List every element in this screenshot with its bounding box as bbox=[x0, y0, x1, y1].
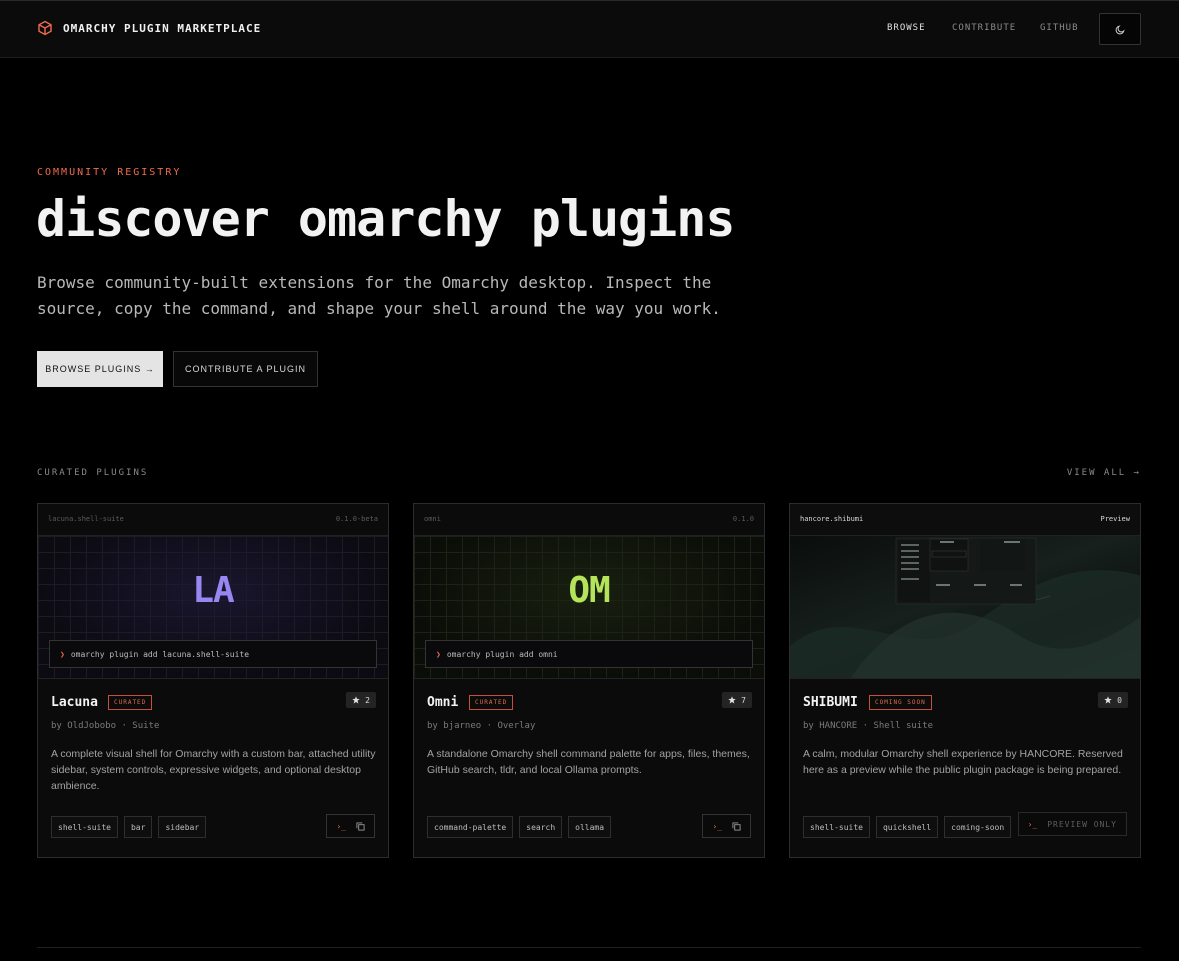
plugin-monogram: LA bbox=[192, 570, 234, 611]
plugin-id: lacuna.shell-suite bbox=[48, 515, 124, 523]
star-count: 7 bbox=[722, 692, 752, 708]
browse-plugins-button[interactable]: BROWSE PLUGINS → bbox=[37, 351, 163, 387]
star-icon bbox=[352, 696, 360, 704]
footer-divider bbox=[37, 947, 1141, 948]
plugin-byline: by bjarneo · Overlay bbox=[427, 721, 536, 731]
hero-eyebrow: COMMUNITY REGISTRY bbox=[37, 167, 182, 178]
tag[interactable]: sidebar bbox=[158, 816, 207, 838]
install-command[interactable]: ❯ omarchy plugin add omni bbox=[425, 640, 753, 668]
star-count-value: 0 bbox=[1117, 695, 1122, 705]
preview-only-label: PREVIEW ONLY bbox=[1047, 819, 1117, 829]
nav-contribute[interactable]: CONTRIBUTE bbox=[952, 23, 1016, 33]
prompt-icon: ❯ bbox=[60, 649, 65, 659]
plugin-id: omni bbox=[424, 515, 441, 523]
hero-title: discover omarchy plugins bbox=[36, 190, 735, 248]
copy-icon bbox=[732, 821, 741, 831]
plugin-card-shibumi[interactable]: hancore.shibumi Preview SHIBUMI COMING S… bbox=[789, 503, 1141, 858]
plugin-monogram: OM bbox=[568, 570, 610, 611]
plugin-name: Omni bbox=[427, 695, 459, 710]
nav-github[interactable]: GITHUB bbox=[1040, 23, 1079, 33]
plugin-byline: by HANCORE · Shell suite bbox=[803, 721, 934, 731]
nav-browse[interactable]: BROWSE bbox=[887, 23, 926, 33]
install-command[interactable]: ❯ omarchy plugin add lacuna.shell-suite bbox=[49, 640, 377, 668]
preview-only-button[interactable]: ›_ PREVIEW ONLY bbox=[1017, 812, 1127, 836]
moon-icon bbox=[1115, 24, 1125, 34]
view-all-link[interactable]: VIEW ALL → bbox=[1067, 468, 1141, 478]
plugin-name: SHIBUMI bbox=[803, 695, 858, 710]
tag-list: shell-suite quickshell coming-soon bbox=[803, 816, 1012, 838]
star-count: 2 bbox=[346, 692, 376, 708]
brand[interactable]: OMARCHY PLUGIN MARKETPLACE bbox=[37, 20, 261, 36]
card-header: lacuna.shell-suite 0.1.0-beta bbox=[38, 504, 388, 536]
copy-command-button[interactable]: ›_ bbox=[326, 814, 375, 838]
plugin-preview: LA ❯ omarchy plugin add lacuna.shell-sui… bbox=[38, 536, 388, 679]
tag[interactable]: shell-suite bbox=[803, 816, 870, 838]
copy-command-button[interactable]: ›_ bbox=[702, 814, 751, 838]
hero-subtitle: Browse community-built extensions for th… bbox=[37, 273, 721, 318]
plugin-description: A standalone Omarchy shell command palet… bbox=[427, 748, 750, 776]
star-count-value: 7 bbox=[741, 695, 746, 705]
prompt-icon: ❯ bbox=[436, 649, 441, 659]
brand-name: OMARCHY PLUGIN MARKETPLACE bbox=[63, 21, 262, 35]
plugin-card-lacuna[interactable]: lacuna.shell-suite 0.1.0-beta LA ❯ omarc… bbox=[37, 503, 389, 858]
terminal-icon: ›_ bbox=[336, 821, 346, 831]
plugin-preview: OM ❯ omarchy plugin add omni bbox=[414, 536, 764, 679]
coming-soon-badge: COMING SOON bbox=[869, 695, 932, 710]
section-label: CURATED PLUGINS bbox=[37, 468, 149, 478]
plugin-version: 0.1.0 bbox=[732, 515, 754, 523]
tag[interactable]: coming-soon bbox=[944, 816, 1012, 838]
tag-list: shell-suite bar sidebar bbox=[51, 816, 207, 838]
tag-list: command-palette search ollama bbox=[427, 816, 612, 838]
install-command-text: omarchy plugin add omni bbox=[446, 649, 558, 659]
plugin-description: A calm, modular Omarchy shell experience… bbox=[803, 748, 1123, 776]
theme-toggle-button[interactable] bbox=[1099, 13, 1141, 45]
curated-badge: CURATED bbox=[469, 695, 514, 710]
tag[interactable]: quickshell bbox=[875, 816, 939, 838]
plugin-version: 0.1.0-beta bbox=[335, 515, 378, 523]
plugin-description: A complete visual shell for Omarchy with… bbox=[51, 748, 376, 792]
star-icon bbox=[728, 696, 736, 704]
tag[interactable]: command-palette bbox=[427, 816, 514, 838]
tag[interactable]: ollama bbox=[568, 816, 612, 838]
plugin-screenshot bbox=[790, 536, 1140, 679]
star-icon bbox=[1104, 696, 1112, 704]
shibumi-screenshot-image bbox=[790, 537, 1140, 678]
curated-badge: CURATED bbox=[108, 695, 153, 710]
tag[interactable]: bar bbox=[123, 816, 153, 838]
cube-logo-icon bbox=[38, 20, 52, 36]
plugin-name: Lacuna bbox=[51, 695, 98, 710]
install-command-text: omarchy plugin add lacuna.shell-suite bbox=[70, 649, 250, 659]
tag[interactable]: shell-suite bbox=[51, 816, 118, 838]
plugin-status: Preview bbox=[1100, 515, 1130, 523]
plugin-byline: by OldJobobo · Suite bbox=[51, 721, 160, 731]
terminal-icon: ›_ bbox=[1027, 819, 1038, 829]
contribute-plugin-button[interactable]: CONTRIBUTE A PLUGIN bbox=[173, 351, 318, 387]
copy-icon bbox=[356, 821, 365, 831]
top-bar: OMARCHY PLUGIN MARKETPLACE BROWSE CONTRI… bbox=[0, 0, 1179, 58]
star-count-value: 2 bbox=[365, 695, 370, 705]
star-count: 0 bbox=[1098, 692, 1128, 708]
card-header: omni 0.1.0 bbox=[414, 504, 764, 536]
plugin-id: hancore.shibumi bbox=[800, 515, 864, 523]
card-header: hancore.shibumi Preview bbox=[790, 504, 1140, 536]
plugin-card-omni[interactable]: omni 0.1.0 OM ❯ omarchy plugin add omni … bbox=[413, 503, 765, 858]
terminal-icon: ›_ bbox=[712, 821, 722, 831]
tag[interactable]: search bbox=[519, 816, 563, 838]
